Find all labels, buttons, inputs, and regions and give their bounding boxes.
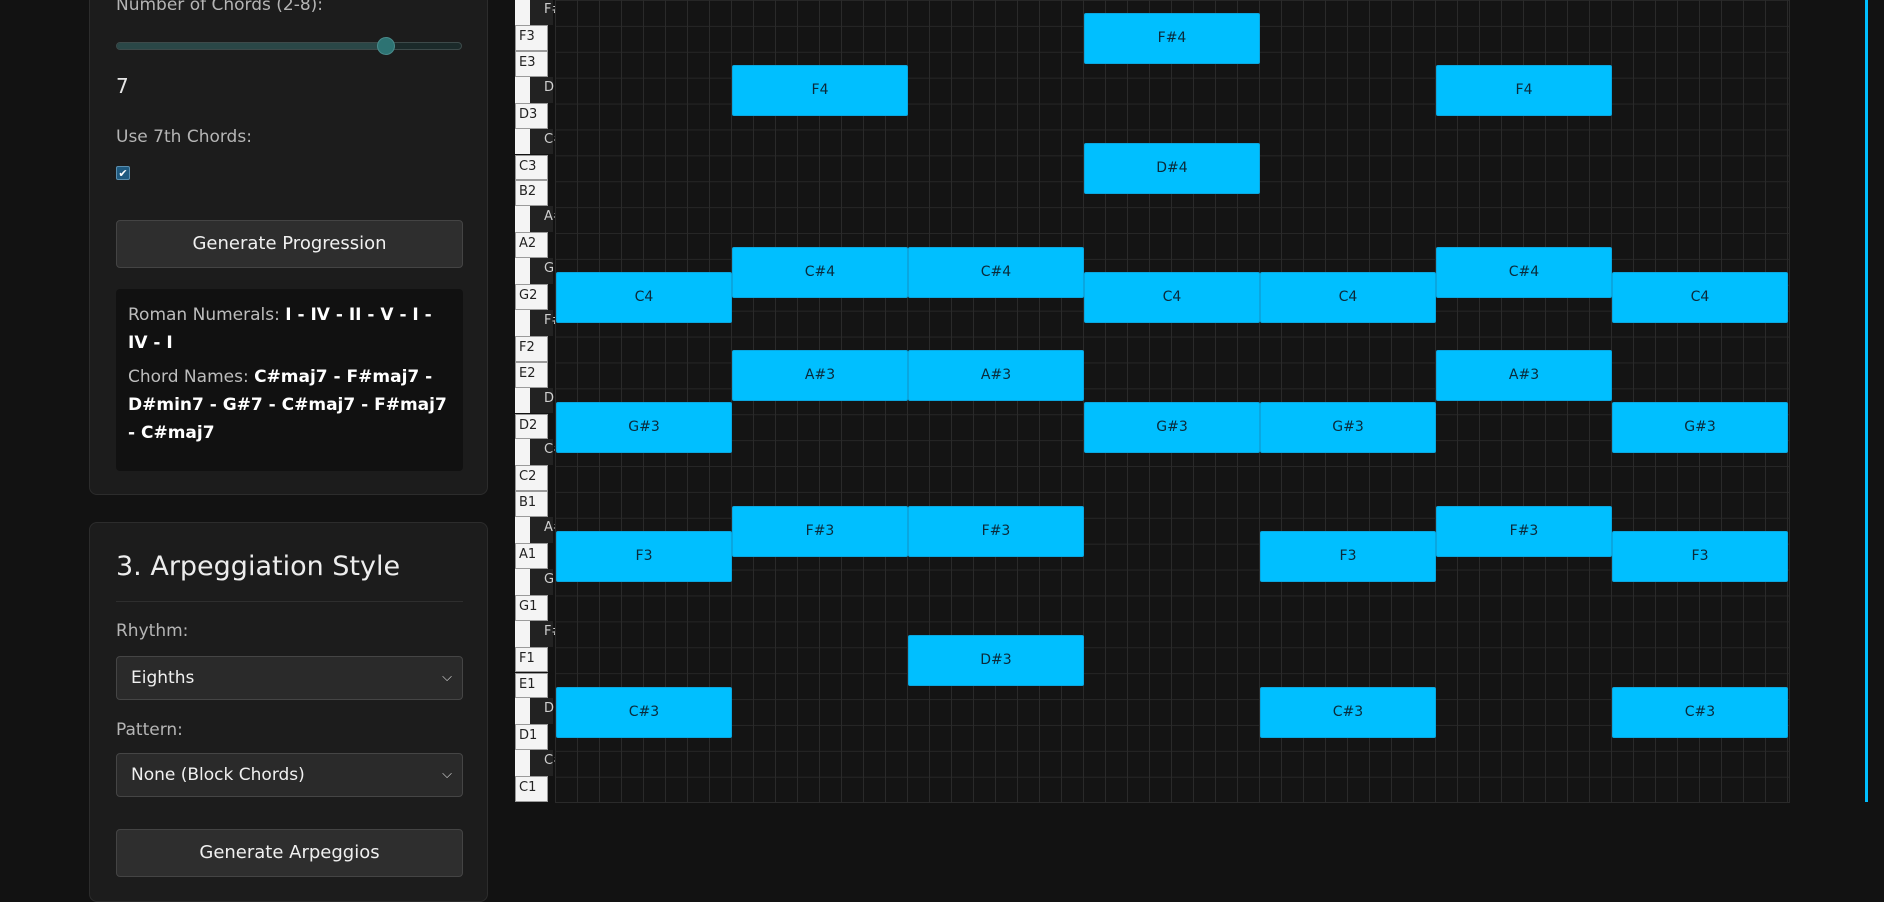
note-block[interactable]: G#3 xyxy=(1612,401,1788,453)
piano-key-csharp2[interactable]: C#2 xyxy=(515,439,572,466)
note-block[interactable]: F#3 xyxy=(732,505,908,557)
note-block[interactable]: G#3 xyxy=(1084,401,1260,453)
note-block[interactable]: F#3 xyxy=(908,505,1084,557)
slider-fill xyxy=(117,43,386,49)
rhythm-select-value: Eighths xyxy=(131,668,195,688)
note-block[interactable]: F#3 xyxy=(1436,505,1612,557)
pattern-select-value: None (Block Chords) xyxy=(131,765,305,785)
note-block[interactable]: C#4 xyxy=(908,246,1084,298)
note-block[interactable]: C#4 xyxy=(1436,246,1612,298)
piano-key-fsharp3[interactable]: F#3 xyxy=(515,0,571,25)
generate-progression-button[interactable]: Generate Progression xyxy=(116,220,463,268)
piano-key-c2[interactable]: C2 xyxy=(515,465,548,492)
use-7th-label: Use 7th Chords: xyxy=(116,127,252,147)
piano-key-csharp1[interactable]: C#1 xyxy=(515,750,572,777)
note-block[interactable]: D#4 xyxy=(1084,142,1260,194)
piano-key-d2[interactable]: D2 xyxy=(515,413,548,440)
piano-key-dsharp2[interactable]: D#2 xyxy=(515,387,573,414)
piano-key-fsharp2[interactable]: F#2 xyxy=(515,309,571,336)
note-block[interactable]: G#3 xyxy=(1260,401,1436,453)
note-block[interactable]: A#3 xyxy=(908,350,1084,402)
note-block[interactable]: G#3 xyxy=(556,401,732,453)
note-block[interactable]: C#3 xyxy=(556,686,732,738)
roman-numerals-label: Roman Numerals: xyxy=(128,305,280,325)
piano-key-b2[interactable]: B2 xyxy=(515,180,548,207)
chord-names-label: Chord Names: xyxy=(128,367,249,387)
chord-progression-panel: Number of Chords (2-8): 7 Use 7th Chords… xyxy=(89,0,488,495)
piano-key-e2[interactable]: E2 xyxy=(515,361,548,388)
note-block[interactable]: C4 xyxy=(556,272,732,324)
piano-key-dsharp1[interactable]: D#1 xyxy=(515,698,573,725)
note-block[interactable]: C#3 xyxy=(1612,686,1788,738)
piano-key-c3[interactable]: C3 xyxy=(515,154,548,181)
piano-key-c1[interactable]: C1 xyxy=(515,776,548,802)
slider-thumb[interactable] xyxy=(376,37,395,55)
pattern-label: Pattern: xyxy=(116,720,183,740)
note-block[interactable]: A#3 xyxy=(732,350,908,402)
note-block[interactable]: A#3 xyxy=(1436,350,1612,402)
note-block[interactable]: C#4 xyxy=(732,246,908,298)
pattern-select[interactable]: None (Block Chords) ⌵ xyxy=(116,753,463,797)
piano-key-asharp1[interactable]: A#1 xyxy=(515,517,572,543)
roman-numerals-line: Roman Numerals: I - IV - II - V - I - IV… xyxy=(128,301,451,357)
note-block[interactable]: F4 xyxy=(1436,65,1612,117)
rhythm-select[interactable]: Eighths ⌵ xyxy=(116,656,463,700)
note-block[interactable]: F3 xyxy=(556,531,732,583)
piano-key-d3[interactable]: D3 xyxy=(515,102,548,129)
rhythm-label: Rhythm: xyxy=(116,621,189,641)
piano-key-a2[interactable]: A2 xyxy=(515,232,548,259)
note-block[interactable]: F3 xyxy=(1612,531,1788,583)
note-block[interactable]: F#4 xyxy=(1084,13,1260,65)
note-block[interactable]: C#3 xyxy=(1260,686,1436,738)
piano-key-f3[interactable]: F3 xyxy=(515,25,548,51)
arpeggiation-panel: 3. Arpeggiation Style Rhythm: Eighths ⌵ … xyxy=(89,522,488,902)
use-7th-checkbox[interactable]: ✔ xyxy=(116,166,130,180)
note-block[interactable]: C4 xyxy=(1084,272,1260,324)
piano-key-asharp2[interactable]: A#2 xyxy=(515,206,572,233)
piano-key-b1[interactable]: B1 xyxy=(515,491,548,518)
piano-key-csharp3[interactable]: C#3 xyxy=(515,128,572,155)
piano-key-gsharp1[interactable]: G#1 xyxy=(515,568,573,595)
piano-key-a1[interactable]: A1 xyxy=(515,543,548,569)
playhead[interactable] xyxy=(1865,0,1868,802)
chord-names-line: Chord Names: C#maj7 - F#maj7 - D#min7 - … xyxy=(128,363,451,447)
slider-track[interactable] xyxy=(116,37,462,55)
piano-key-fsharp1[interactable]: F#1 xyxy=(515,620,571,647)
note-block[interactable]: F4 xyxy=(732,65,908,117)
piano-key-e3[interactable]: E3 xyxy=(515,50,548,77)
piano-key-g2[interactable]: G2 xyxy=(515,284,548,310)
chevron-down-icon: ⌵ xyxy=(442,767,452,782)
piano-key-f1[interactable]: F1 xyxy=(515,646,548,673)
divider xyxy=(116,601,463,602)
piano-key-e1[interactable]: E1 xyxy=(515,672,548,699)
num-chords-value: 7 xyxy=(116,74,129,98)
chevron-down-icon: ⌵ xyxy=(442,670,452,685)
piano-key-gsharp2[interactable]: G#2 xyxy=(515,258,573,284)
generate-arpeggios-button[interactable]: Generate Arpeggios xyxy=(116,829,463,877)
note-block[interactable]: F3 xyxy=(1260,531,1436,583)
piano-roll[interactable]: C1C#1D1D#1E1F1F#1G1G#1A1A#1B1C2C#2D2D#2E… xyxy=(515,0,1868,803)
num-chords-slider[interactable] xyxy=(90,34,487,58)
piano-key-dsharp3[interactable]: D#3 xyxy=(515,76,573,103)
note-block[interactable]: C4 xyxy=(1260,272,1436,324)
piano-key-g1[interactable]: G1 xyxy=(515,594,548,621)
note-block[interactable]: C4 xyxy=(1612,272,1788,324)
piano-key-d1[interactable]: D1 xyxy=(515,724,548,751)
progression-result: Roman Numerals: I - IV - II - V - I - IV… xyxy=(116,289,463,471)
arpeggiation-title: 3. Arpeggiation Style xyxy=(116,551,401,582)
piano-key-f2[interactable]: F2 xyxy=(515,335,548,362)
note-block[interactable]: D#3 xyxy=(908,635,1084,687)
num-chords-label: Number of Chords (2-8): xyxy=(116,0,324,15)
